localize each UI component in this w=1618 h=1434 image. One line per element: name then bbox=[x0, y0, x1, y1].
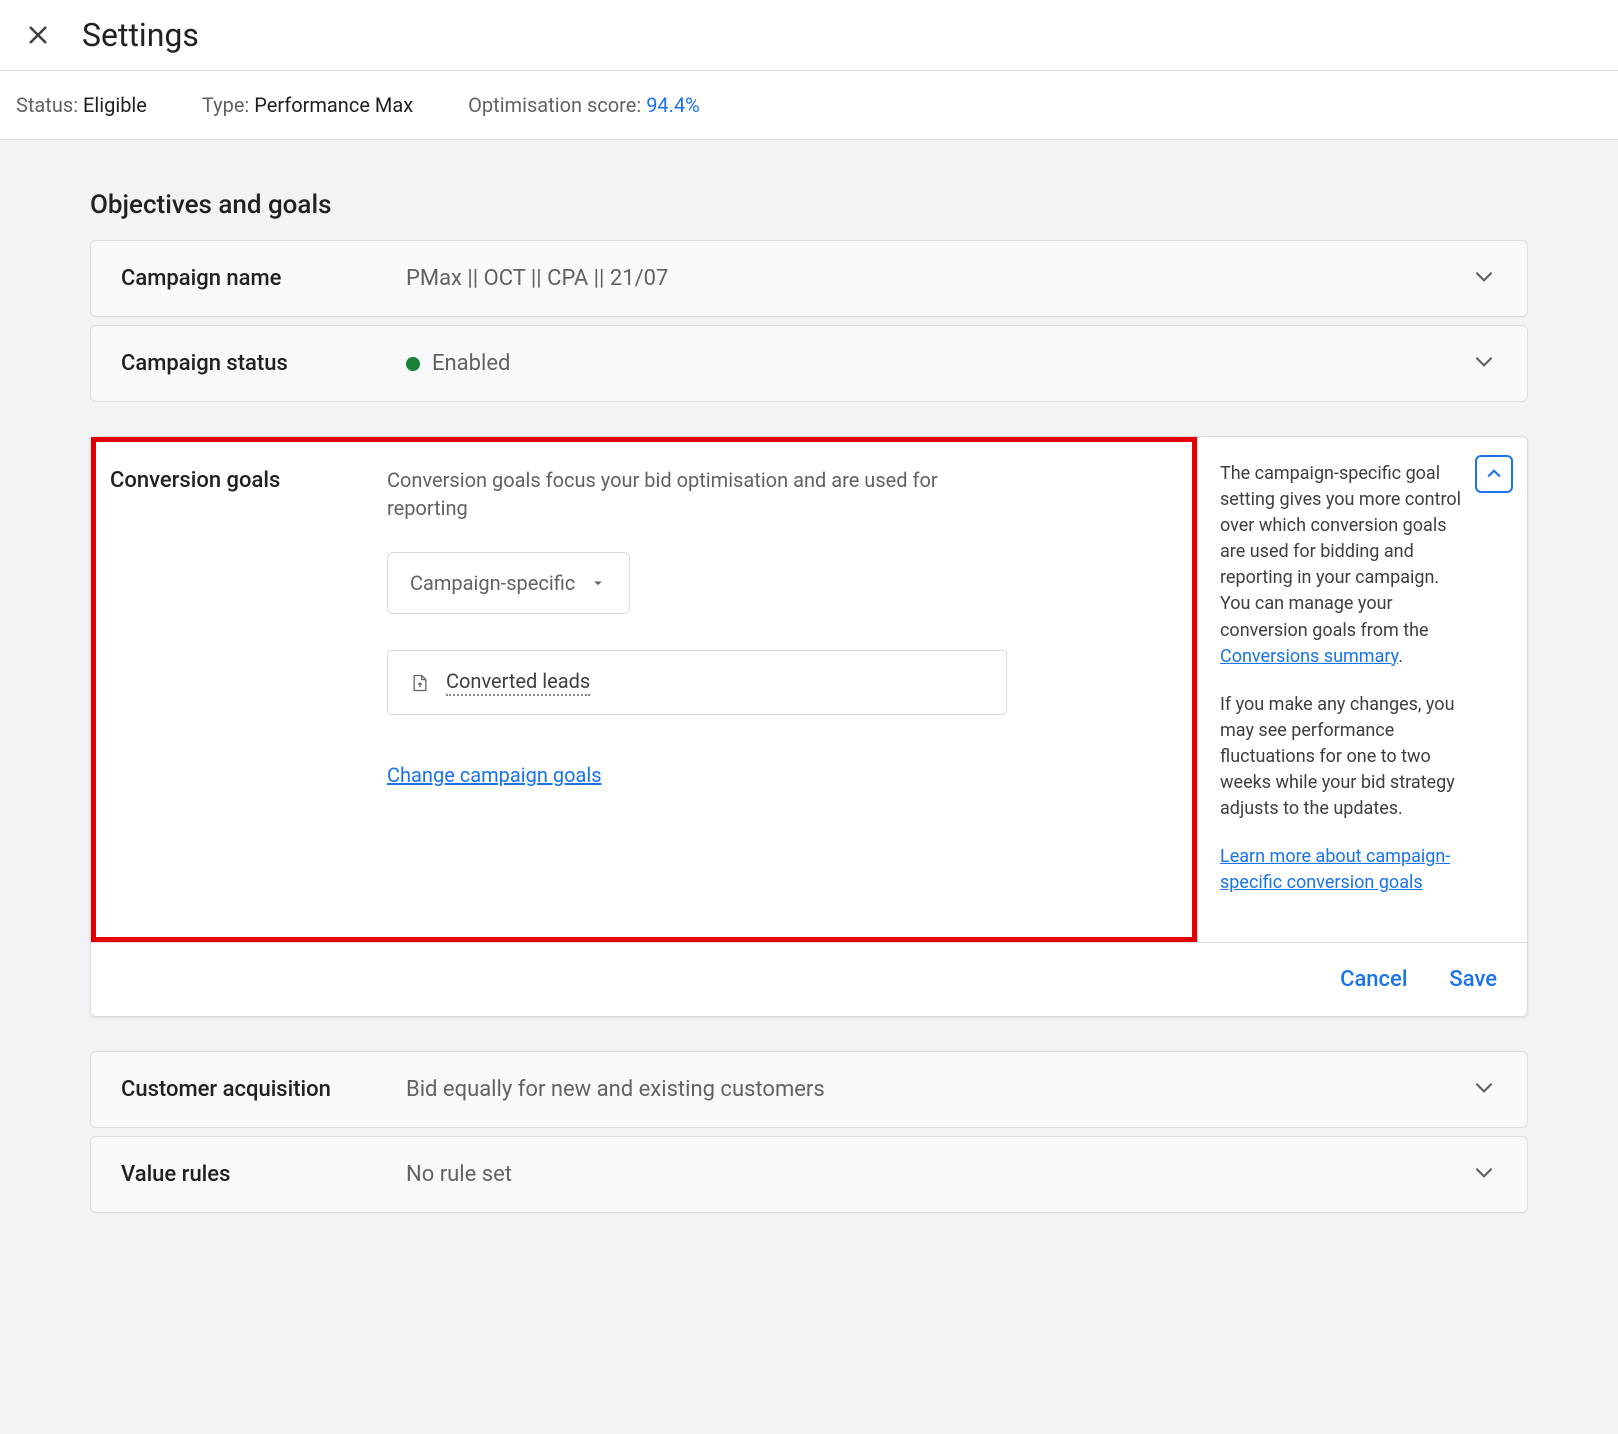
campaign-name-value: PMax || OCT || CPA || 21/07 bbox=[406, 266, 1471, 291]
chevron-down-icon bbox=[1471, 1159, 1497, 1190]
customer-acquisition-row[interactable]: Customer acquisition Bid equally for new… bbox=[90, 1051, 1528, 1128]
type-value: Performance Max bbox=[254, 93, 413, 117]
file-upload-icon bbox=[410, 673, 430, 693]
conversion-goals-description: Conversion goals focus your bid optimisa… bbox=[387, 466, 1007, 522]
campaign-name-label: Campaign name bbox=[121, 266, 406, 291]
campaign-status-label: Campaign status bbox=[121, 351, 406, 376]
conversion-goals-label: Conversion goals bbox=[110, 466, 387, 913]
learn-more-link[interactable]: Learn more about campaign-specific conve… bbox=[1220, 846, 1450, 893]
change-campaign-goals-link[interactable]: Change campaign goals bbox=[387, 763, 602, 787]
chevron-down-icon bbox=[1471, 1074, 1497, 1105]
conversion-goals-highlight: Conversion goals Conversion goals focus … bbox=[91, 437, 1197, 942]
campaign-status-value: Enabled bbox=[406, 351, 1471, 376]
goal-item-text: Converted leads bbox=[446, 669, 590, 696]
status-bar: Status: Eligible Type: Performance Max O… bbox=[0, 71, 1618, 140]
chevron-down-icon bbox=[1471, 348, 1497, 379]
conversion-goals-panel: Conversion goals Conversion goals focus … bbox=[90, 436, 1528, 1017]
section-title: Objectives and goals bbox=[90, 190, 1528, 220]
close-icon[interactable] bbox=[24, 21, 52, 49]
cancel-button[interactable]: Cancel bbox=[1340, 967, 1407, 992]
status-value: Eligible bbox=[83, 93, 147, 117]
conversions-summary-link[interactable]: Conversions summary bbox=[1220, 646, 1398, 667]
settings-header: Settings bbox=[0, 0, 1618, 71]
campaign-name-row[interactable]: Campaign name PMax || OCT || CPA || 21/0… bbox=[90, 240, 1528, 317]
customer-acquisition-value: Bid equally for new and existing custome… bbox=[406, 1077, 1471, 1102]
content-area: Objectives and goals Campaign name PMax … bbox=[0, 140, 1618, 1251]
value-rules-value: No rule set bbox=[406, 1162, 1471, 1187]
customer-acquisition-label: Customer acquisition bbox=[121, 1077, 406, 1102]
chevron-up-icon bbox=[1484, 464, 1504, 484]
help-text-2: If you make any changes, you may see per… bbox=[1220, 692, 1507, 822]
status-field: Status: Eligible bbox=[16, 93, 147, 117]
optimisation-field: Optimisation score: 94.4% bbox=[468, 93, 700, 117]
action-bar: Cancel Save bbox=[91, 942, 1527, 1016]
caret-down-icon bbox=[589, 574, 607, 592]
status-enabled-dot bbox=[406, 357, 420, 371]
type-label: Type: bbox=[202, 93, 254, 117]
chevron-down-icon bbox=[1471, 263, 1497, 294]
campaign-status-text: Enabled bbox=[432, 351, 510, 376]
campaign-status-row[interactable]: Campaign status Enabled bbox=[90, 325, 1528, 402]
goal-scope-value: Campaign-specific bbox=[410, 571, 575, 595]
optimisation-label: Optimisation score: bbox=[468, 93, 646, 117]
help-text-1: The campaign-specific goal setting gives… bbox=[1220, 461, 1507, 670]
goal-scope-dropdown[interactable]: Campaign-specific bbox=[387, 552, 630, 614]
collapse-help-button[interactable] bbox=[1475, 455, 1513, 493]
value-rules-label: Value rules bbox=[121, 1162, 406, 1187]
optimisation-score[interactable]: 94.4% bbox=[646, 93, 700, 117]
goal-item-row[interactable]: Converted leads bbox=[387, 650, 1007, 715]
page-title: Settings bbox=[82, 16, 199, 54]
save-button[interactable]: Save bbox=[1449, 967, 1497, 992]
type-field: Type: Performance Max bbox=[202, 93, 413, 117]
value-rules-row[interactable]: Value rules No rule set bbox=[90, 1136, 1528, 1213]
help-panel: The campaign-specific goal setting gives… bbox=[1197, 437, 1527, 942]
status-label: Status: bbox=[16, 93, 83, 117]
